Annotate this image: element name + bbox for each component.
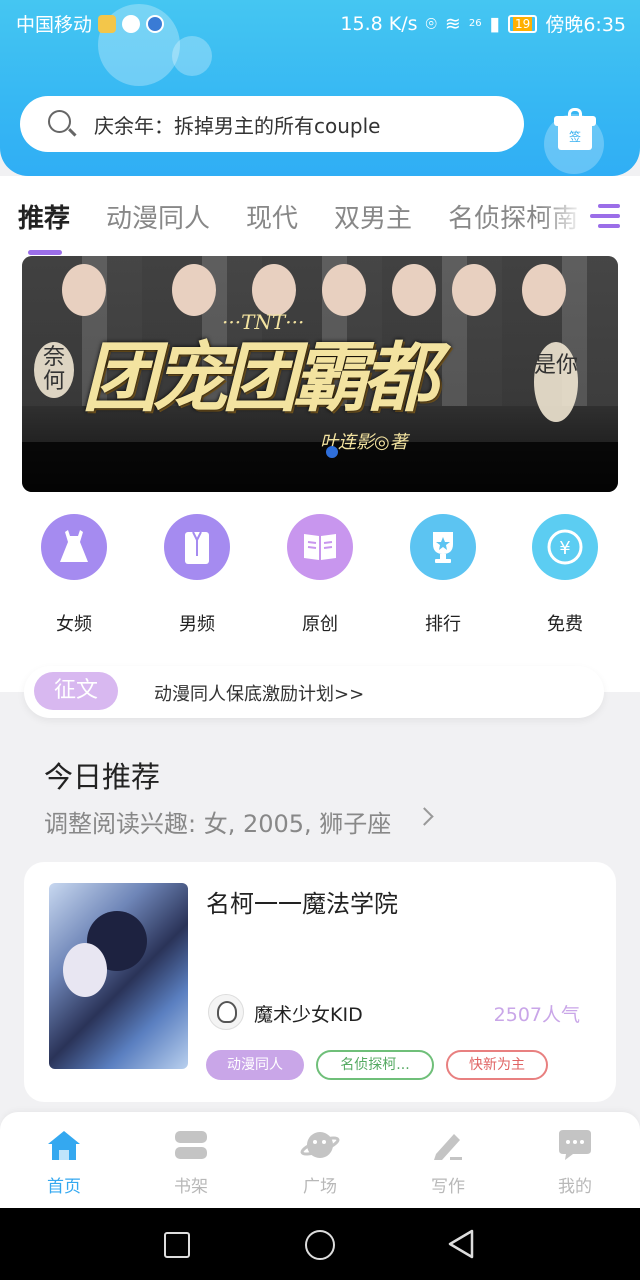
dress-icon <box>41 514 107 580</box>
nav-home[interactable]: 首页 <box>14 1128 114 1197</box>
signal-label: 26 <box>468 18 482 29</box>
gift-label: 签 <box>568 130 581 144</box>
menu-icon[interactable] <box>588 202 620 230</box>
home-button[interactable] <box>305 1230 335 1260</box>
location-icon: ⌾ <box>425 12 437 35</box>
active-tab-indicator <box>28 250 62 255</box>
banner-title: 团宠团霸都 <box>82 333 438 422</box>
book-tag[interactable]: 名侦探柯... <box>316 1050 434 1080</box>
nav-write[interactable]: 写作 <box>398 1128 498 1197</box>
nav-bookshelf[interactable]: 书架 <box>141 1128 241 1197</box>
section-title: 今日推荐 <box>44 760 161 794</box>
carrier-label: 中国移动 <box>16 14 93 36</box>
search-bar[interactable]: 庆余年：拆掉男主的所有couple <box>20 96 524 152</box>
shirt-icon <box>164 514 230 580</box>
home-icon <box>44 1128 84 1162</box>
battery-icon: 19 <box>508 14 538 33</box>
book-title: 名柯一一魔法学院 <box>206 890 398 918</box>
author-avatar <box>208 994 244 1030</box>
tab-recommend[interactable]: 推荐 <box>18 198 70 235</box>
category-tabs: 推荐 动漫同人 现代 双男主 名侦探柯南 <box>0 176 640 256</box>
book-icon <box>287 514 353 580</box>
category-free[interactable]: ¥ 免费 <box>515 512 615 636</box>
chevron-right-icon <box>415 807 434 826</box>
tab-bl[interactable]: 双男主 <box>334 198 412 235</box>
contest-tag: 征文 <box>34 672 118 710</box>
category-ranking[interactable]: 排行 <box>393 512 493 636</box>
contest-text: 动漫同人保底激励计划>> <box>154 684 365 705</box>
category-original[interactable]: 原创 <box>270 512 370 636</box>
bottom-nav: 首页 书架 广场 写作 我的 <box>0 1112 640 1208</box>
pen-icon <box>428 1128 468 1162</box>
book-cover <box>49 883 188 1069</box>
author-name: 魔术少女KID <box>254 1004 363 1026</box>
book-tag[interactable]: 快新为主 <box>446 1050 548 1080</box>
trophy-icon <box>410 514 476 580</box>
header: 中国移动 15.8 K/s ⌾ ≋ 26 ▮ 19 傍晚6:35 庆余年：拆掉男… <box>0 0 640 176</box>
coin-icon: ¥ <box>532 514 598 580</box>
tab-modern[interactable]: 现代 <box>246 198 298 235</box>
book-card[interactable]: 名柯一一魔法学院 魔术少女KID 2507人气 动漫同人 名侦探柯... 快新为… <box>24 862 616 1102</box>
checkin-gift-button[interactable]: 签 <box>544 106 604 174</box>
tab-anime-fanfic[interactable]: 动漫同人 <box>106 198 210 235</box>
category-male[interactable]: 男频 <box>147 512 247 636</box>
banner-side-left: 奈何 <box>34 342 74 398</box>
nav-mine[interactable]: 我的 <box>525 1128 625 1197</box>
notification-icon <box>98 14 117 33</box>
search-icon <box>48 110 77 138</box>
adjust-interest-link[interactable]: 调整阅读兴趣: 女, 2005, 狮子座 <box>44 804 391 839</box>
planet-icon <box>300 1128 340 1162</box>
chat-bubble-icon <box>555 1128 595 1162</box>
status-bar: 中国移动 15.8 K/s ⌾ ≋ 26 ▮ 19 傍晚6:35 <box>0 0 640 44</box>
recent-apps-button[interactable] <box>164 1232 190 1258</box>
message-icon <box>122 14 141 33</box>
nav-square[interactable]: 广场 <box>270 1128 370 1197</box>
contest-notice[interactable]: 征文 动漫同人保底激励计划>> <box>24 666 604 718</box>
app-icon <box>146 14 165 33</box>
network-speed: 15.8 K/s <box>340 12 418 35</box>
popularity-count: 2507人气 <box>493 1004 580 1026</box>
back-button[interactable] <box>446 1228 476 1260</box>
category-shortcuts: 女频 男频 原创 排行 ¥ 免费 <box>0 512 640 642</box>
svg-text:¥: ¥ <box>559 538 570 559</box>
clock: 傍晚6:35 <box>545 14 626 36</box>
signal-icon: ▮ <box>489 12 501 35</box>
book-tag[interactable]: 动漫同人 <box>206 1050 304 1080</box>
promo-banner[interactable]: ···TNT··· 团宠团霸都 奈何 是你 叶连影◎著 <box>22 256 618 492</box>
bookshelf-icon <box>171 1128 211 1162</box>
category-female[interactable]: 女频 <box>24 512 124 636</box>
system-nav-bar <box>0 1208 640 1280</box>
banner-side-right: 是你 <box>534 342 578 422</box>
banner-page-indicator <box>326 446 338 458</box>
wifi-icon: ≋ <box>444 12 461 35</box>
search-placeholder: 庆余年：拆掉男主的所有couple <box>94 113 381 138</box>
